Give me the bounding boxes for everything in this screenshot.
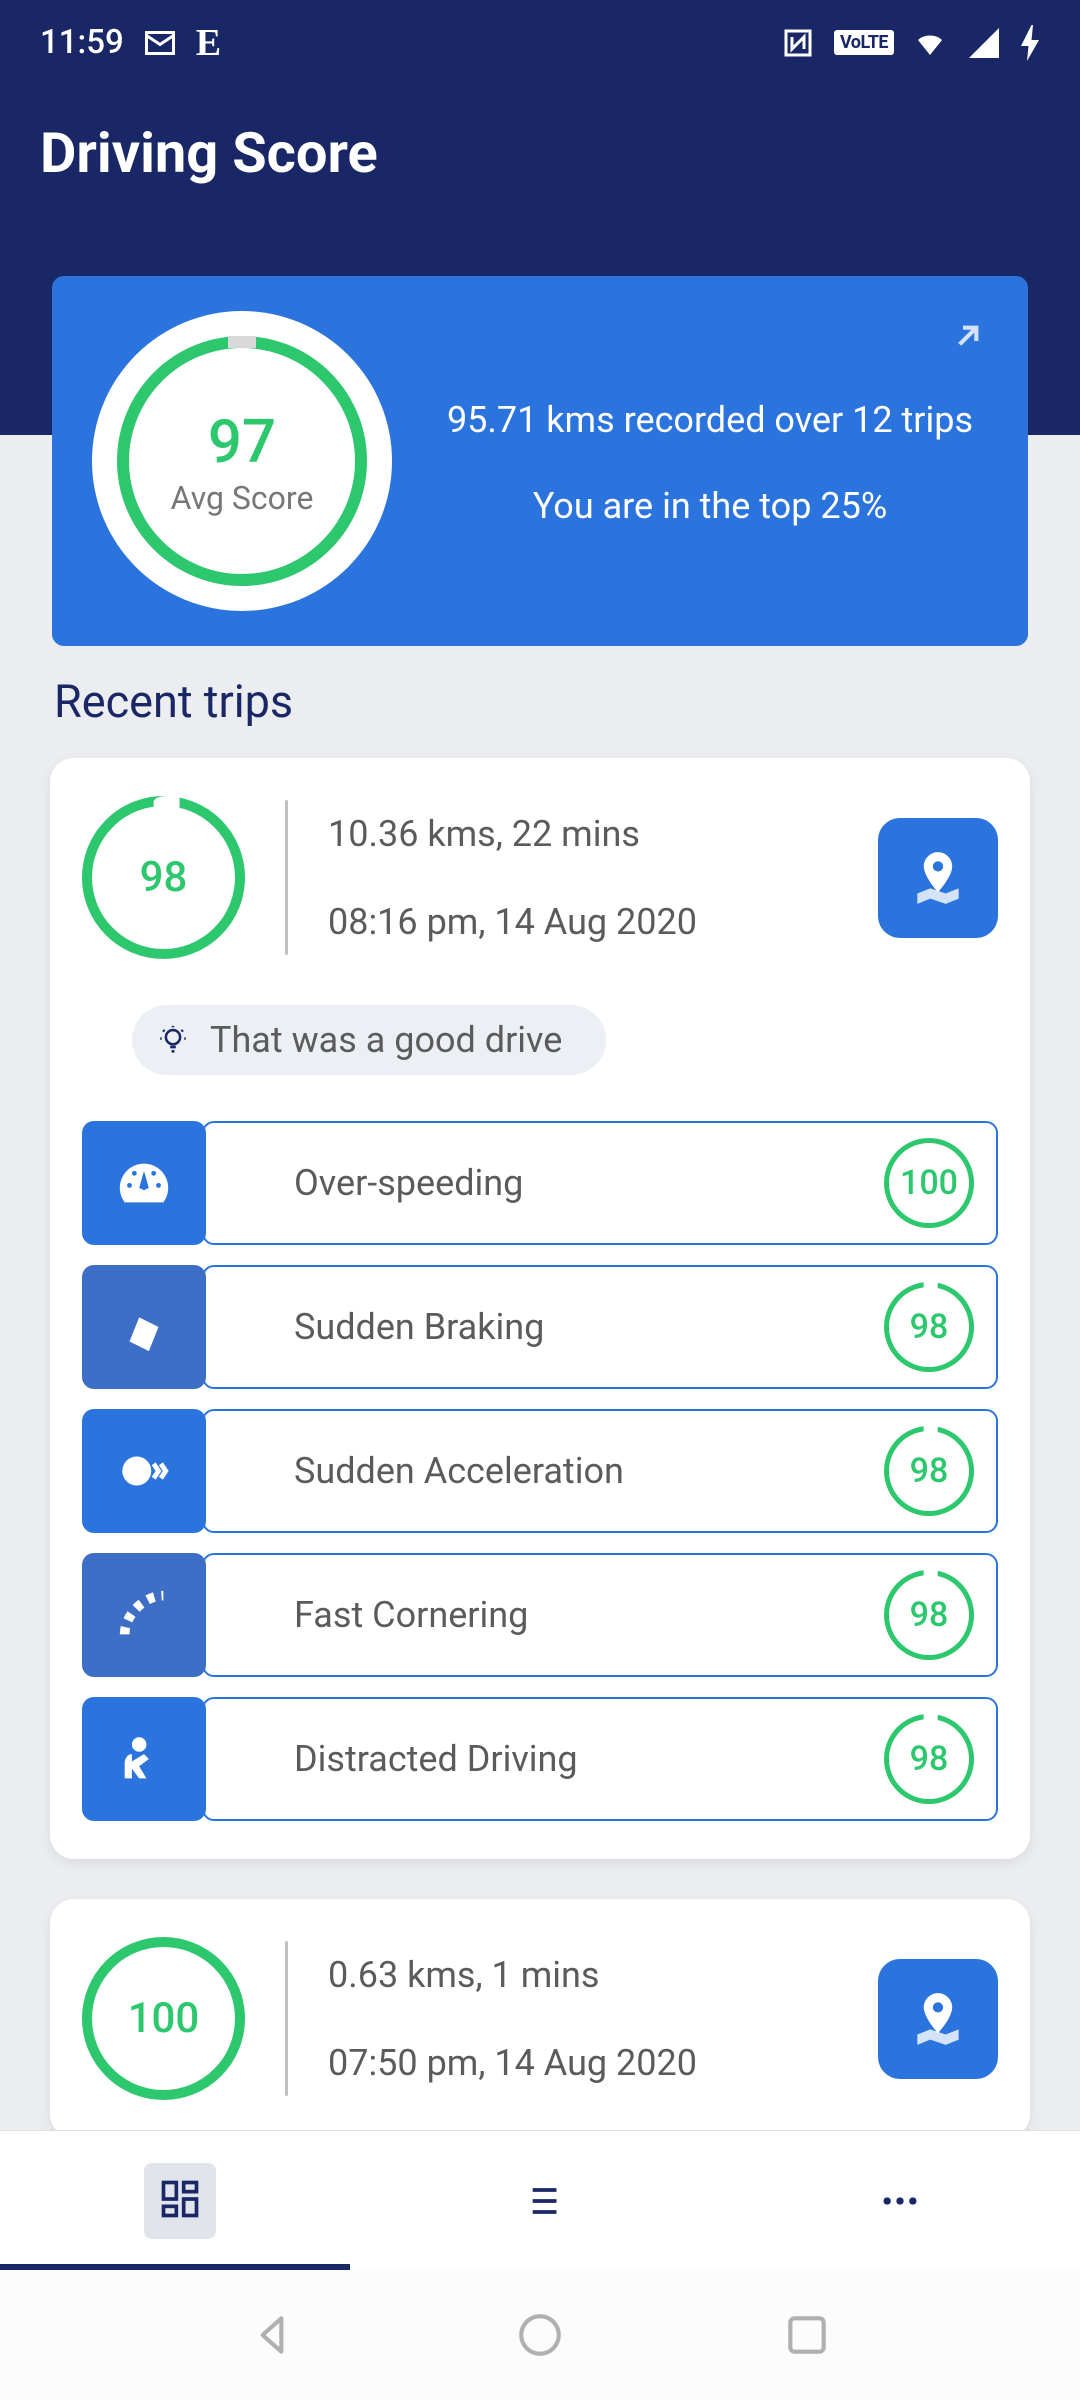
metric-over-speeding[interactable]: Over-speeding 100 <box>82 1121 998 1245</box>
trip-feedback-chip: That was a good drive <box>132 1005 606 1075</box>
metric-score: 98 <box>884 1570 974 1660</box>
volte-icon: VoLTE <box>834 30 894 55</box>
metric-label: Sudden Braking <box>294 1306 884 1348</box>
trip-distance-time: 10.36 kms, 22 mins <box>328 813 848 855</box>
summary-line-distance: 95.71 kms recorded over 12 trips <box>432 395 988 445</box>
divider <box>285 800 288 955</box>
metric-score: 98 <box>884 1714 974 1804</box>
view-map-button[interactable] <box>878 818 998 938</box>
distracted-icon <box>82 1697 206 1821</box>
page-title: Driving Score <box>40 120 1040 186</box>
metric-score: 100 <box>884 1138 974 1228</box>
expand-arrow-icon[interactable] <box>948 316 988 360</box>
metric-label: Distracted Driving <box>294 1738 884 1780</box>
metric-score: 98 <box>884 1282 974 1372</box>
mail-icon <box>142 25 178 61</box>
view-map-button[interactable] <box>878 1959 998 2079</box>
nav-dashboard[interactable] <box>0 2131 360 2270</box>
map-pin-icon <box>907 1988 969 2050</box>
recent-apps-button[interactable] <box>782 2310 832 2360</box>
charging-icon <box>1020 25 1040 61</box>
more-icon <box>878 2179 922 2223</box>
trip-timestamp: 08:16 pm, 14 Aug 2020 <box>328 901 848 943</box>
status-time: 11:59 <box>40 23 124 62</box>
lightbulb-icon <box>156 1023 190 1057</box>
map-pin-icon <box>907 847 969 909</box>
trip-card[interactable]: 98 10.36 kms, 22 mins 08:16 pm, 14 Aug 2… <box>50 758 1030 1859</box>
trip-card[interactable]: 100 0.63 kms, 1 mins 07:50 pm, 14 Aug 20… <box>50 1899 1030 2138</box>
metric-label: Over-speeding <box>294 1162 884 1204</box>
nav-list[interactable] <box>360 2131 720 2270</box>
trip-score-value: 98 <box>140 853 188 902</box>
etsy-icon: E <box>196 21 221 65</box>
trip-score-value: 100 <box>128 1994 200 2043</box>
trip-score-circle: 98 <box>82 796 245 959</box>
nav-more[interactable] <box>720 2131 1080 2270</box>
metric-distracted-driving[interactable]: Distracted Driving 98 <box>82 1697 998 1821</box>
divider <box>285 1941 288 2096</box>
bottom-nav <box>0 2130 1080 2270</box>
trip-score-circle: 100 <box>82 1937 245 2100</box>
avg-score-value: 97 <box>208 406 276 477</box>
avg-score-label: Avg Score <box>171 479 314 517</box>
metric-label: Fast Cornering <box>294 1594 884 1636</box>
home-button[interactable] <box>515 2310 565 2360</box>
nfc-icon <box>780 25 816 61</box>
status-bar: 11:59 E VoLTE <box>0 0 1080 85</box>
trip-feedback-text: That was a good drive <box>210 1019 562 1061</box>
signal-icon <box>966 25 1002 61</box>
trip-distance-time: 0.63 kms, 1 mins <box>328 1954 848 1996</box>
wifi-icon <box>912 25 948 61</box>
braking-icon <box>82 1265 206 1389</box>
back-button[interactable] <box>248 2310 298 2360</box>
speedometer-icon <box>82 1121 206 1245</box>
acceleration-icon <box>82 1409 206 1533</box>
summary-line-rank: You are in the top 25% <box>432 485 988 527</box>
metric-fast-cornering[interactable]: Fast Cornering 98 <box>82 1553 998 1677</box>
summary-card[interactable]: 97 Avg Score 95.71 kms recorded over 12 … <box>52 276 1028 646</box>
metric-score: 98 <box>884 1426 974 1516</box>
cornering-icon <box>82 1553 206 1677</box>
metric-sudden-acceleration[interactable]: Sudden Acceleration 98 <box>82 1409 998 1533</box>
dashboard-icon <box>158 2177 202 2221</box>
trip-timestamp: 07:50 pm, 14 Aug 2020 <box>328 2042 848 2084</box>
avg-score-circle: 97 Avg Score <box>92 311 392 611</box>
recent-trips-heading: Recent trips <box>50 675 1030 728</box>
metric-sudden-braking[interactable]: Sudden Braking 98 <box>82 1265 998 1389</box>
list-icon <box>518 2179 562 2223</box>
metric-label: Sudden Acceleration <box>294 1450 884 1492</box>
system-nav-bar <box>0 2270 1080 2400</box>
